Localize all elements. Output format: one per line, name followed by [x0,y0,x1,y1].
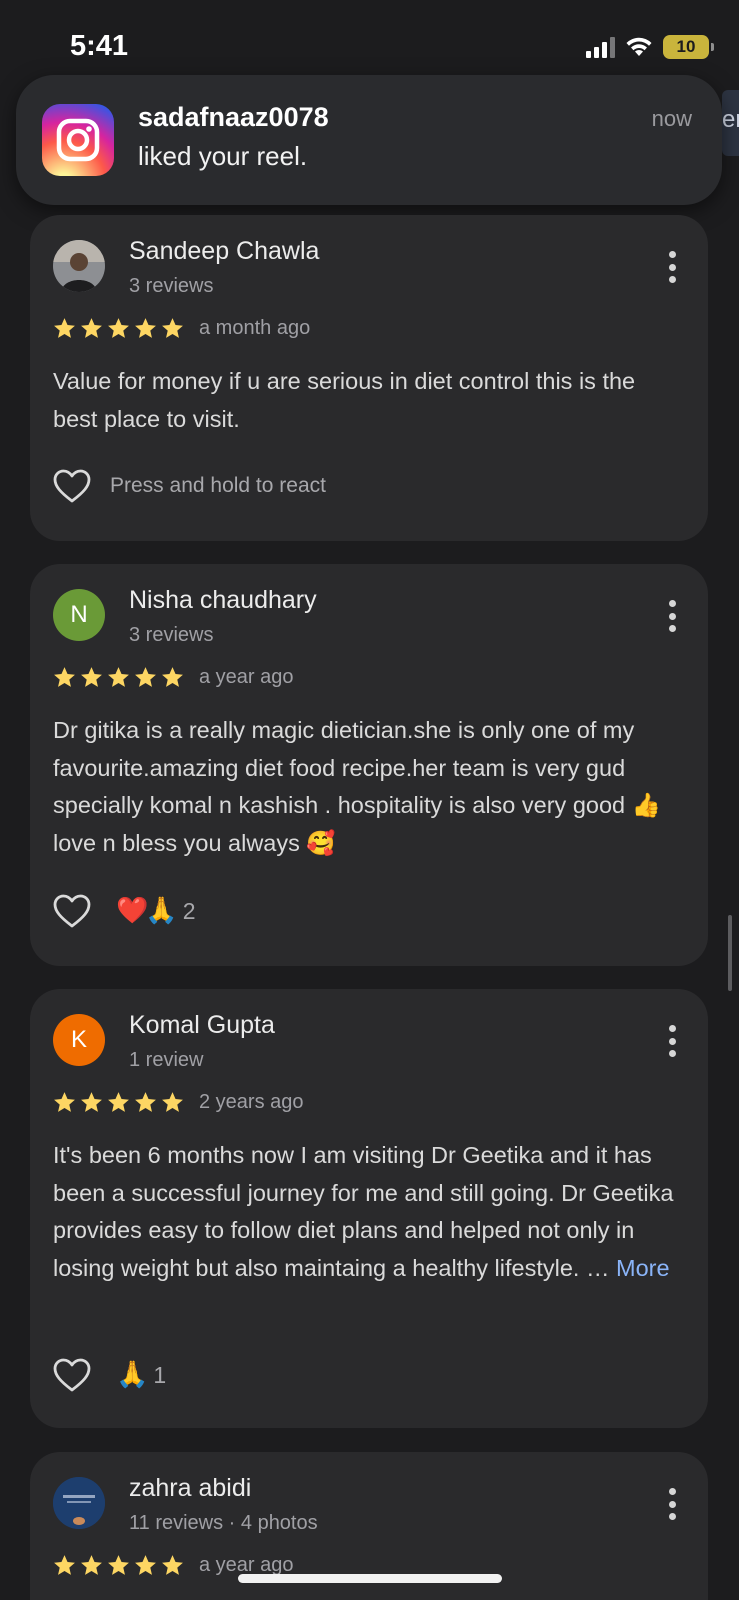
battery-icon: 10 [663,35,714,59]
star-icon [135,667,156,687]
review-time: 2 years ago [199,1091,304,1113]
star-rating [52,1090,185,1115]
star-icon [162,1092,183,1112]
reviewer-name[interactable]: Komal Gupta [129,1011,275,1040]
reviewer-meta: 11 reviews · 4 photos [129,1512,318,1534]
reaction-summary[interactable]: 🙏 1 [116,1360,166,1390]
battery-level: 10 [676,37,696,56]
reaction-summary[interactable]: ❤️🙏 2 [116,896,196,926]
star-icon [81,667,102,687]
react-hint: Press and hold to react [110,474,326,497]
reviewer-name[interactable]: zahra abidi [129,1474,251,1503]
star-rating [52,1553,185,1578]
star-icon [108,1555,129,1575]
rating-row: 2 years ago [52,1090,304,1115]
reviewer-avatar[interactable]: K [53,1014,105,1066]
status-time: 5:41 [70,30,129,62]
star-icon [108,1092,129,1112]
star-icon [54,667,75,687]
star-icon [54,318,75,338]
wifi-icon [626,37,652,56]
review-card: Sandeep Chawla 3 reviews a month ago Val… [30,215,708,541]
notification-time: now [651,106,692,131]
star-rating [52,316,185,341]
notification-banner[interactable]: sadafnaaz0078 liked your reel. now [16,75,722,205]
home-indicator[interactable] [238,1574,502,1583]
heart-icon[interactable] [52,1357,92,1393]
star-icon [81,1555,102,1575]
more-options-icon[interactable] [666,1488,678,1520]
reaction-count: 1 [153,1361,167,1388]
review-time: a year ago [199,666,294,688]
status-icons: 10 [586,33,714,61]
reviewer-avatar[interactable]: N [53,589,105,641]
reviewer-avatar[interactable] [53,240,105,292]
more-link[interactable]: More [616,1255,670,1281]
review-text: It's been 6 months now I am visiting Dr … [53,1137,683,1287]
reviewer-meta: 1 review [129,1049,204,1071]
edge-peek-text: er [722,106,739,133]
review-time: a month ago [199,317,311,339]
star-icon [162,1555,183,1575]
react-row: ❤️🙏 2 [52,893,196,929]
star-icon [135,318,156,338]
star-icon [54,1555,75,1575]
heart-icon[interactable] [52,893,92,929]
reaction-emojis: 🙏 [116,1360,148,1390]
cellular-signal-icon [586,36,615,58]
reviewer-name[interactable]: Sandeep Chawla [129,237,319,266]
review-text-body: It's been 6 months now I am visiting Dr … [53,1142,674,1281]
react-row: 🙏 1 [52,1357,166,1393]
more-options-icon[interactable] [666,251,678,283]
star-icon [162,667,183,687]
notification-user: sadafnaaz0078 [138,102,329,132]
star-icon [108,667,129,687]
avatar-letter: K [70,1026,87,1053]
star-icon [54,1092,75,1112]
star-icon [81,318,102,338]
star-icon [135,1092,156,1112]
star-icon [162,318,183,338]
review-text: Value for money if u are serious in diet… [53,368,636,432]
review-text: Dr gitika is a really magic dietician.sh… [53,717,661,856]
react-row: Press and hold to react [52,468,326,504]
rating-row: a year ago [52,665,294,690]
reaction-count: 2 [182,897,196,924]
more-options-icon[interactable] [666,1025,678,1057]
star-rating [52,665,185,690]
instagram-icon [42,104,114,176]
star-icon [135,1555,156,1575]
reviewer-meta: 3 reviews [129,275,214,297]
star-icon [81,1092,102,1112]
notification-message: liked your reel. [138,141,308,171]
scrollbar[interactable] [728,915,732,991]
heart-icon[interactable] [52,468,92,504]
reviewer-avatar[interactable] [53,1477,105,1529]
avatar-letter: N [70,601,88,628]
reaction-emojis: ❤️🙏 [116,896,178,926]
review-card: K Komal Gupta 1 review 2 years ago It's … [30,989,708,1428]
reviewer-meta: 3 reviews [129,624,214,646]
rating-row: a month ago [52,316,310,341]
star-icon [108,318,129,338]
review-card: N Nisha chaudhary 3 reviews a year ago D… [30,564,708,966]
more-options-icon[interactable] [666,600,678,632]
edge-peek-tab[interactable]: er [722,90,739,156]
reviewer-name[interactable]: Nisha chaudhary [129,586,317,615]
